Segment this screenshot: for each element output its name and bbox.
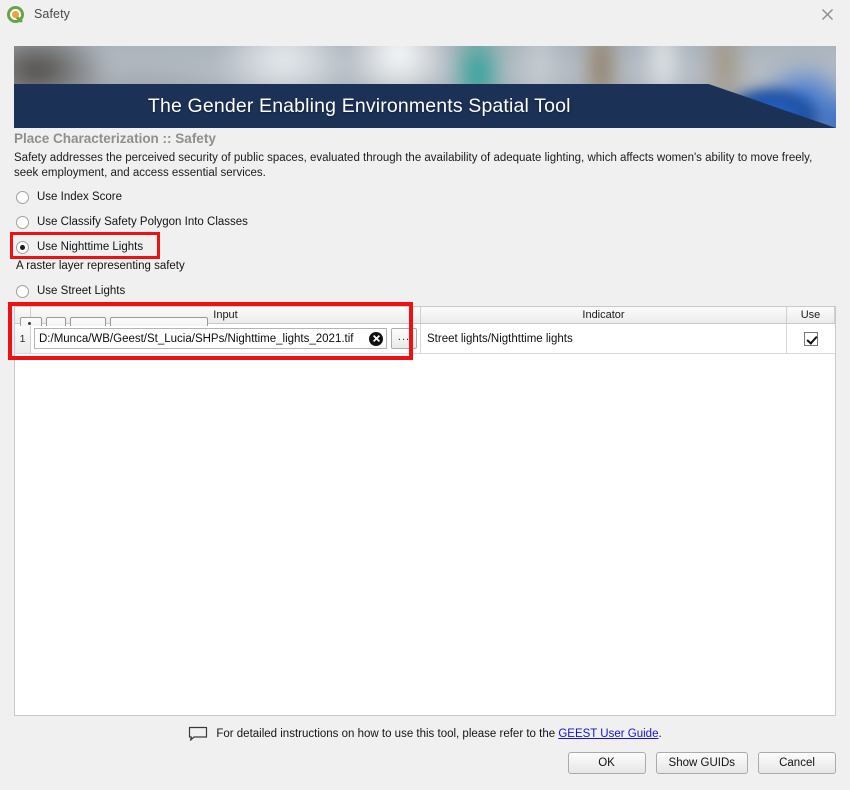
table-row: 1 ... Street lights/Nigthttime lights — [15, 324, 835, 354]
clear-x-icon[interactable] — [369, 331, 383, 346]
help-row: For detailed instructions on how to use … — [0, 726, 850, 742]
table-header-indicator[interactable]: Indicator — [421, 307, 787, 323]
radio-mark-selected-icon — [16, 240, 29, 254]
help-text: For detailed instructions on how to use … — [216, 728, 661, 740]
radio-label-nighttime-lights: Use Nighttime Lights — [37, 241, 144, 253]
radio-label-street-lights: Use Street Lights — [37, 285, 126, 297]
radio-use-nighttime-lights[interactable]: Use Nighttime Lights — [16, 238, 143, 256]
table-header-input[interactable]: Input — [31, 307, 421, 323]
dialog-button-row: OK Show GUIDs Cancel — [567, 752, 836, 774]
cancel-button[interactable]: Cancel — [758, 752, 836, 774]
radio-use-classify-polygon[interactable]: Use Classify Safety Polygon Into Classes — [16, 213, 248, 231]
radio-use-street-lights[interactable]: Use Street Lights — [16, 282, 125, 300]
use-checkbox[interactable] — [804, 331, 818, 346]
banner-title-text: The Gender Enabling Environments Spatial… — [147, 94, 571, 117]
radio-label-index-score: Use Index Score — [37, 191, 123, 203]
table-row-number: 1 — [15, 324, 31, 353]
help-text-before: For detailed instructions on how to use … — [216, 728, 559, 740]
table-cell-indicator: Street lights/Nigthttime lights — [421, 324, 787, 353]
file-path-input[interactable] — [35, 329, 386, 348]
window-title-bar: Safety — [0, 0, 850, 28]
window-title: Safety — [34, 7, 71, 21]
table-header-row: Input Indicator Use — [15, 307, 835, 324]
table-cell-use — [787, 324, 835, 353]
show-guids-button[interactable]: Show GUIDs — [655, 752, 748, 774]
table-header-rownum — [15, 307, 31, 323]
speech-bubble-icon — [188, 726, 208, 742]
radio-use-index-score[interactable]: Use Index Score — [16, 188, 122, 206]
page-description: Safety addresses the perceived security … — [14, 152, 813, 179]
help-text-after: . — [658, 728, 662, 740]
radio-mark-icon — [16, 190, 29, 204]
table-header-use[interactable]: Use — [787, 307, 835, 323]
radio-mark-icon — [16, 215, 29, 229]
radio-mark-icon — [16, 284, 29, 298]
option-hint-text: A raster layer representing safety — [16, 260, 185, 272]
app-banner: The Gender Enabling Environments Spatial… — [14, 46, 836, 128]
close-icon[interactable] — [805, 0, 850, 28]
page-title: Place Characterization :: Safety — [14, 131, 216, 146]
browse-file-button[interactable]: ... — [391, 328, 417, 349]
radio-label-classify-polygon: Use Classify Safety Polygon Into Classes — [37, 216, 248, 228]
ok-button[interactable]: OK — [567, 752, 646, 774]
geest-user-guide-link[interactable]: GEEST User Guide — [558, 728, 658, 740]
inputs-table: Input Indicator Use 1 ... Street lights/… — [14, 306, 836, 716]
file-path-field[interactable] — [34, 328, 387, 349]
table-cell-input: ... — [31, 324, 421, 353]
qgis-logo-icon — [7, 5, 24, 23]
